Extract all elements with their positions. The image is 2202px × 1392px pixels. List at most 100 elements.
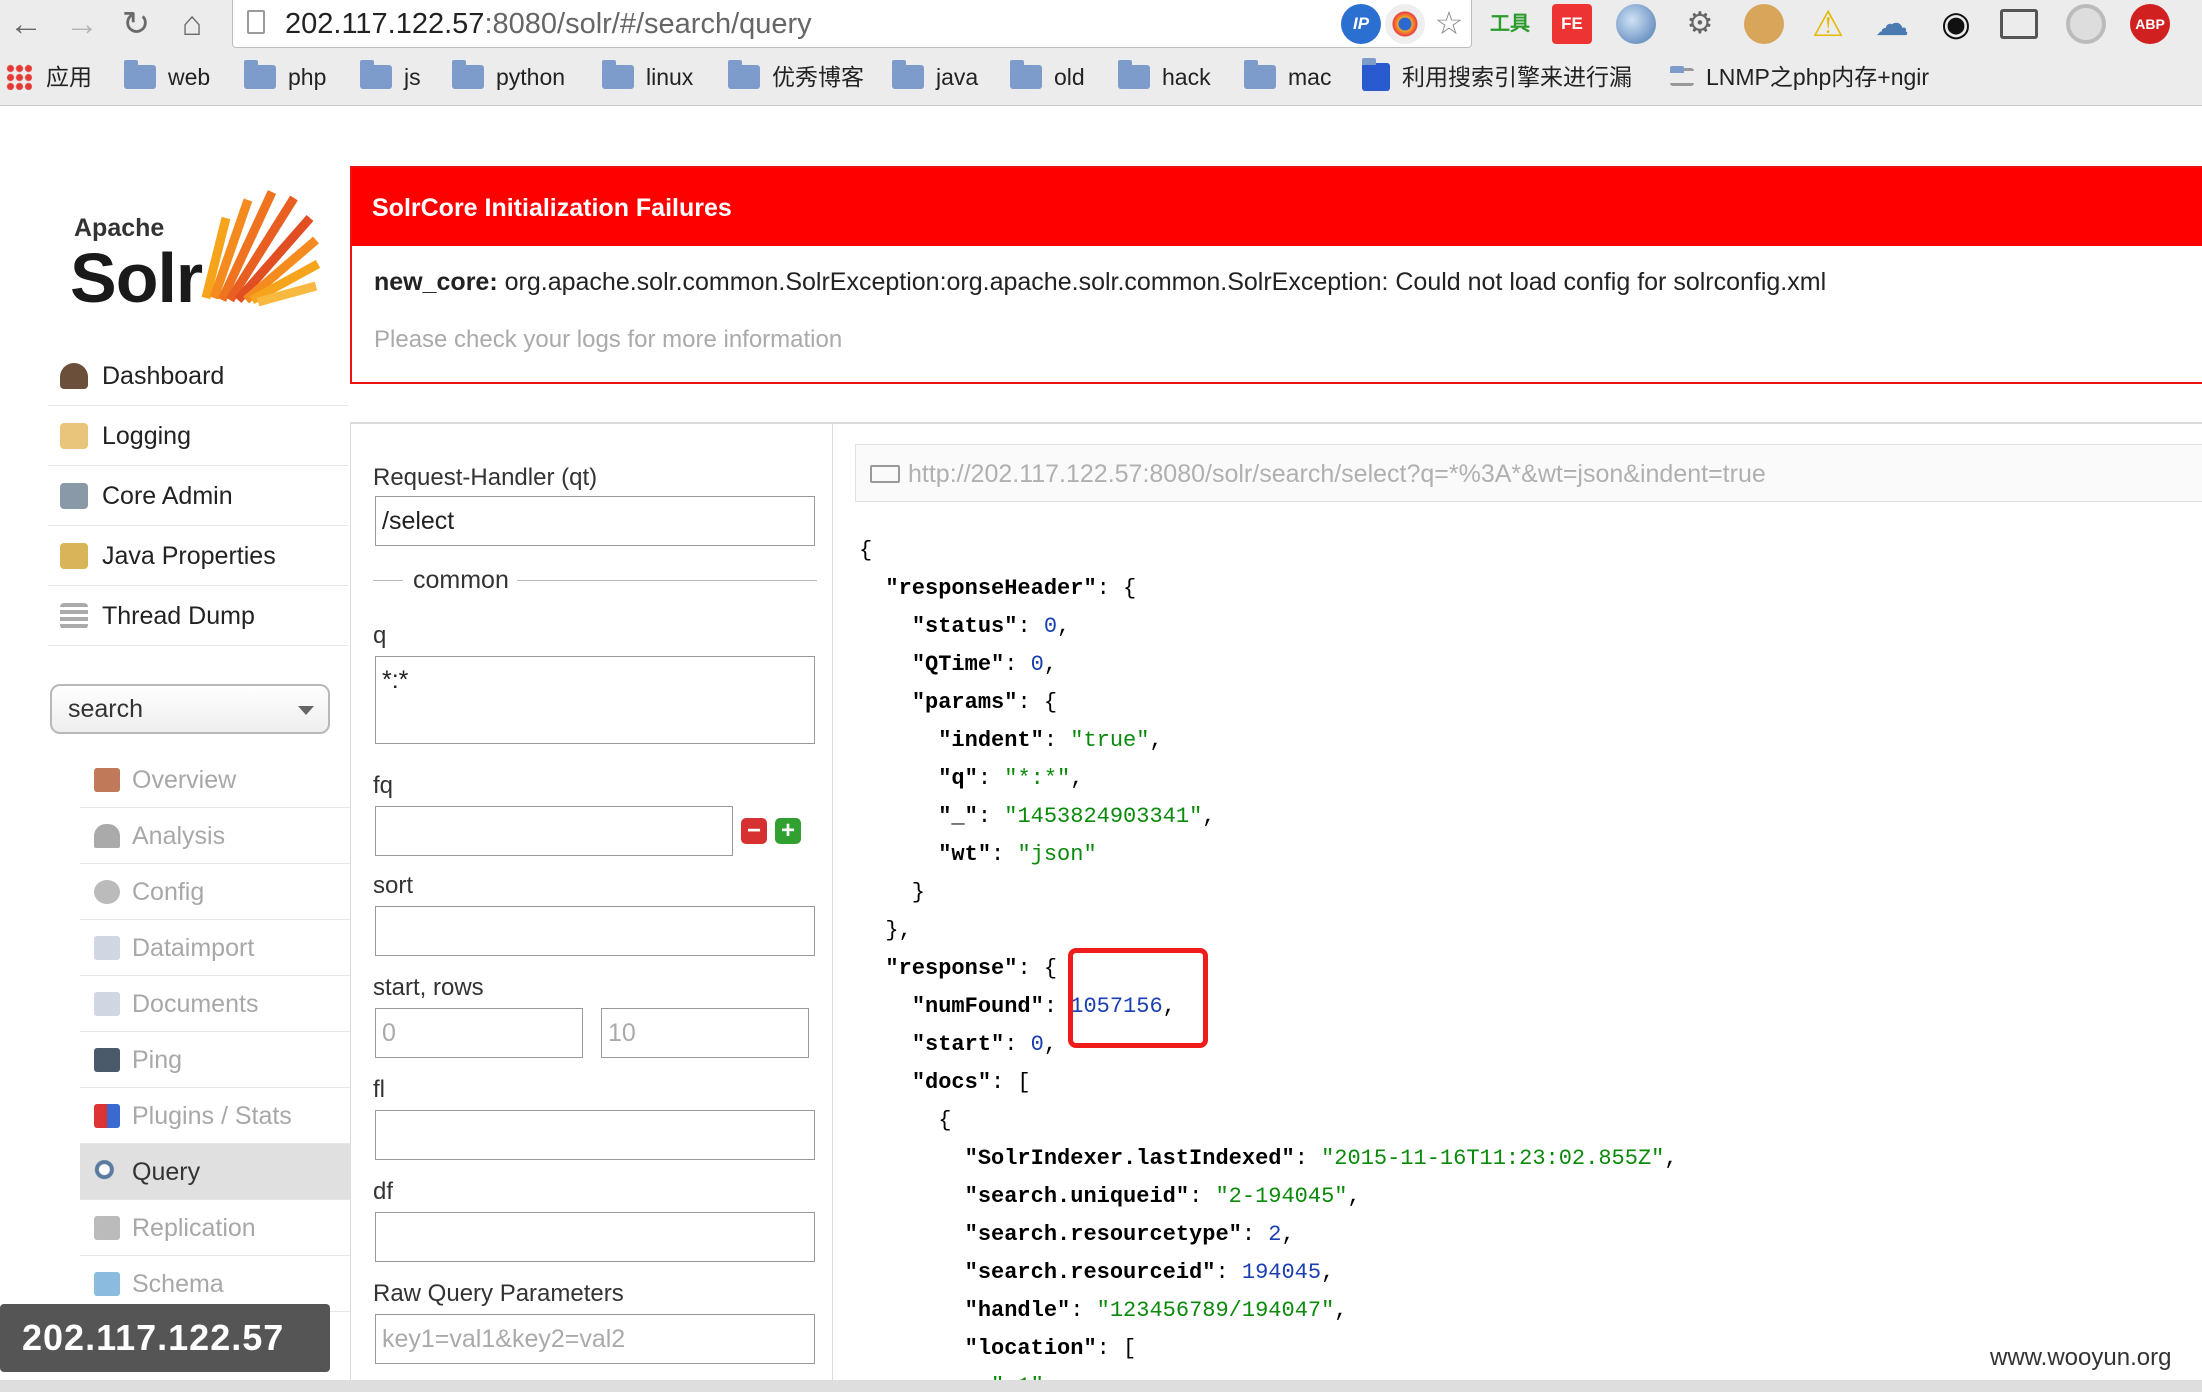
bookmark-folder-old[interactable]: old <box>1010 54 1085 100</box>
cookie-icon[interactable] <box>1744 4 1784 44</box>
folder-icon <box>124 59 156 89</box>
bookmark-label: php <box>288 64 327 90</box>
bookmark-folder-hack[interactable]: hack <box>1118 54 1211 100</box>
bookmark-folder-blogs[interactable]: 优秀博客 <box>728 54 864 100</box>
back-arrow-icon[interactable]: ← <box>6 4 46 44</box>
cast-icon[interactable] <box>2000 9 2038 39</box>
solr-logo[interactable]: Apache Solr <box>60 178 320 318</box>
bookmark-folder-python[interactable]: python <box>452 54 565 100</box>
tools-extension-icon[interactable]: 工具 <box>1490 4 1530 44</box>
bookmark-folder-java[interactable]: java <box>892 54 978 100</box>
q-textarea[interactable]: *:* <box>375 656 815 744</box>
color-picker-icon[interactable] <box>1385 4 1425 44</box>
bookmark-folder-php[interactable]: php <box>244 54 326 100</box>
core-nav-overview[interactable]: Overview <box>80 752 350 808</box>
bookmark-lnmp[interactable]: LNMP之php内存+ngir <box>1670 54 1929 100</box>
forward-arrow-icon[interactable]: → <box>62 4 102 44</box>
nav-thread-dump[interactable]: Thread Dump <box>48 586 348 646</box>
adblock-icon[interactable]: ABP <box>2130 4 2170 44</box>
bookmark-search-engine[interactable]: 利用搜索引擎来进行漏 <box>1362 54 1632 100</box>
bookmark-label: 应用 <box>46 64 92 90</box>
schema-icon <box>94 1272 120 1296</box>
bookmark-folder-js[interactable]: js <box>360 54 421 100</box>
add-fq-icon[interactable]: + <box>775 818 801 844</box>
solr-sun-icon <box>201 190 320 306</box>
fq-input[interactable] <box>375 806 733 856</box>
remove-fq-icon[interactable]: − <box>741 818 767 844</box>
bookmark-folder-mac[interactable]: mac <box>1244 54 1331 100</box>
home-icon[interactable]: ⌂ <box>172 4 212 44</box>
request-handler-label: Request-Handler (qt) <box>373 464 598 491</box>
common-legend-text: common <box>405 566 517 595</box>
bookmark-folder-linux[interactable]: linux <box>602 54 693 100</box>
list-icon <box>1670 65 1694 86</box>
site-favicon-icon <box>1362 57 1390 91</box>
spy-icon[interactable]: ⚙ <box>1680 4 1720 44</box>
bookmark-label: java <box>936 64 979 90</box>
globe-icon[interactable] <box>1616 4 1656 44</box>
address-bar[interactable]: 202.117.122.57:8080/solr/#/search/query … <box>232 0 1472 48</box>
failure-text: org.apache.solr.common.SolrException:org… <box>504 268 1827 296</box>
circle-extension-icon[interactable] <box>2066 4 2106 44</box>
df-input[interactable] <box>375 1212 815 1262</box>
core-selector[interactable]: search <box>50 684 330 734</box>
star-icon[interactable]: ☆ <box>1429 4 1469 44</box>
nav-core-admin[interactable]: Core Admin <box>48 466 348 526</box>
nav-logging[interactable]: Logging <box>48 406 348 466</box>
resourcetype-value: 2 <box>1268 1222 1282 1247</box>
core-nav-config[interactable]: Config <box>80 864 350 920</box>
status-value: 0 <box>1043 614 1058 639</box>
q-param-value: *:* <box>1017 766 1058 791</box>
bookmark-folder-web[interactable]: web <box>124 54 210 100</box>
core-nav-label: Replication <box>132 1214 256 1242</box>
start-input[interactable]: 0 <box>375 1008 583 1058</box>
log-hint: Please check your logs for more informat… <box>374 326 843 353</box>
core-nav-query[interactable]: Query <box>80 1144 350 1200</box>
common-fieldset-legend: common <box>373 566 817 596</box>
request-url-bar[interactable]: http://202.117.122.57:8080/solr/search/s… <box>855 444 2202 502</box>
request-url[interactable]: http://202.117.122.57:8080/solr/search/s… <box>908 445 1766 503</box>
cloud-icon[interactable]: ☁ <box>1872 4 1912 44</box>
eye-icon[interactable]: ◉ <box>1936 4 1976 44</box>
magnifier-icon <box>94 1160 120 1184</box>
bookmark-apps[interactable]: 应用 <box>6 54 92 100</box>
request-handler-input[interactable]: /select <box>375 496 815 546</box>
java-icon <box>60 543 88 569</box>
start-value: 0 <box>1030 1032 1044 1057</box>
core-nav-label: Plugins / Stats <box>132 1102 292 1130</box>
failed-core-name: new_core: <box>374 268 498 296</box>
bookmark-label: linux <box>646 64 694 90</box>
apps-grid-icon <box>6 63 32 90</box>
bookmark-label: old <box>1054 64 1085 90</box>
sort-input[interactable] <box>375 906 815 956</box>
nav-dashboard[interactable]: Dashboard <box>48 346 348 406</box>
ip-extension-icon[interactable]: IP <box>1341 4 1381 44</box>
thread-dump-icon <box>60 603 88 629</box>
url-host: 202.117.122.57 <box>285 8 485 40</box>
core-nav-ping[interactable]: Ping <box>80 1032 350 1088</box>
fl-input[interactable] <box>375 1110 815 1160</box>
reload-icon[interactable]: ↻ <box>116 4 156 44</box>
wt-value: json <box>1030 842 1084 867</box>
core-nav-label: Dataimport <box>132 934 255 962</box>
warning-icon[interactable]: ⚠ <box>1808 4 1848 44</box>
folder-icon <box>728 59 760 89</box>
folder-icon <box>452 59 484 89</box>
query-result: http://202.117.122.57:8080/solr/search/s… <box>851 444 2202 1382</box>
core-nav-documents[interactable]: Documents <box>80 976 350 1032</box>
folder-icon <box>360 59 392 89</box>
fe-extension-icon[interactable]: FE <box>1552 4 1592 44</box>
last-indexed-value: 2015-11-16T11:23:02.855Z <box>1334 1146 1652 1171</box>
nav-java-properties[interactable]: Java Properties <box>48 526 348 586</box>
core-nav-dataimport[interactable]: Dataimport <box>80 920 350 976</box>
raw-params-input[interactable]: key1=val1&key2=val2 <box>375 1314 815 1364</box>
bookmark-label: 优秀博客 <box>772 64 864 90</box>
core-nav-label: Ping <box>132 1046 183 1074</box>
handle-value: 123456789/194047 <box>1109 1298 1322 1323</box>
core-nav-plugins-stats[interactable]: Plugins / Stats <box>80 1088 350 1144</box>
core-nav-analysis[interactable]: Analysis <box>80 808 350 864</box>
rows-input[interactable]: 10 <box>601 1008 809 1058</box>
core-selector-value: search <box>68 695 144 723</box>
core-nav-replication[interactable]: Replication <box>80 1200 350 1256</box>
main-nav: Dashboard Logging Core Admin Java Proper… <box>48 346 348 646</box>
